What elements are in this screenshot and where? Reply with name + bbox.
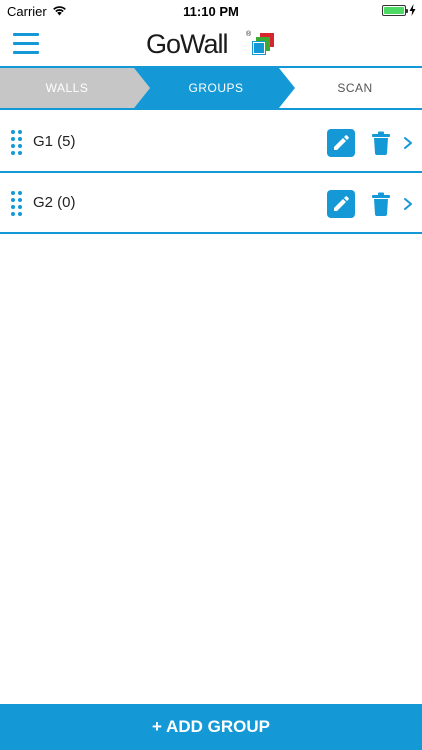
tab-groups[interactable]: GROUPS xyxy=(134,68,294,108)
gowall-logo: GoWall ® xyxy=(146,28,286,60)
brand-name: GoWall xyxy=(146,29,229,59)
tab-walls[interactable]: WALLS xyxy=(0,68,150,108)
group-list: G1 (5) G2 (0) xyxy=(0,112,422,234)
status-bar: Carrier 11:10 PM xyxy=(0,0,422,22)
hamburger-menu-icon[interactable] xyxy=(13,33,39,54)
step-tabs: WALLS GROUPS SCAN xyxy=(0,66,422,110)
drag-handle-icon[interactable] xyxy=(11,130,23,156)
group-name: G1 (5) xyxy=(33,133,76,150)
nav-bar: GoWall ® xyxy=(0,22,422,66)
group-name: G2 (0) xyxy=(33,194,76,211)
tab-walls-label: WALLS xyxy=(45,81,89,95)
tab-groups-label: GROUPS xyxy=(188,81,244,95)
status-time: 11:10 PM xyxy=(183,4,239,19)
edit-group-button[interactable] xyxy=(327,190,355,218)
tab-scan-label: SCAN xyxy=(337,81,373,95)
pencil-icon xyxy=(334,196,349,211)
tab-separator xyxy=(278,68,295,108)
chevron-right-icon[interactable] xyxy=(402,135,414,151)
edit-group-button[interactable] xyxy=(327,129,355,157)
charging-bolt-icon xyxy=(409,4,416,16)
pencil-icon xyxy=(334,135,349,150)
drag-handle-icon[interactable] xyxy=(11,191,23,217)
list-item[interactable]: G2 (0) xyxy=(0,173,422,234)
trash-icon[interactable] xyxy=(371,131,391,155)
add-group-button[interactable]: + ADD GROUP xyxy=(0,704,422,750)
add-group-label: + ADD GROUP xyxy=(152,717,270,736)
trash-icon[interactable] xyxy=(371,192,391,216)
logo-squares-icon xyxy=(252,33,274,55)
battery-full-icon xyxy=(382,5,408,16)
tab-scan[interactable]: SCAN xyxy=(278,68,422,108)
chevron-right-icon[interactable] xyxy=(402,196,414,212)
list-item[interactable]: G1 (5) xyxy=(0,112,422,173)
